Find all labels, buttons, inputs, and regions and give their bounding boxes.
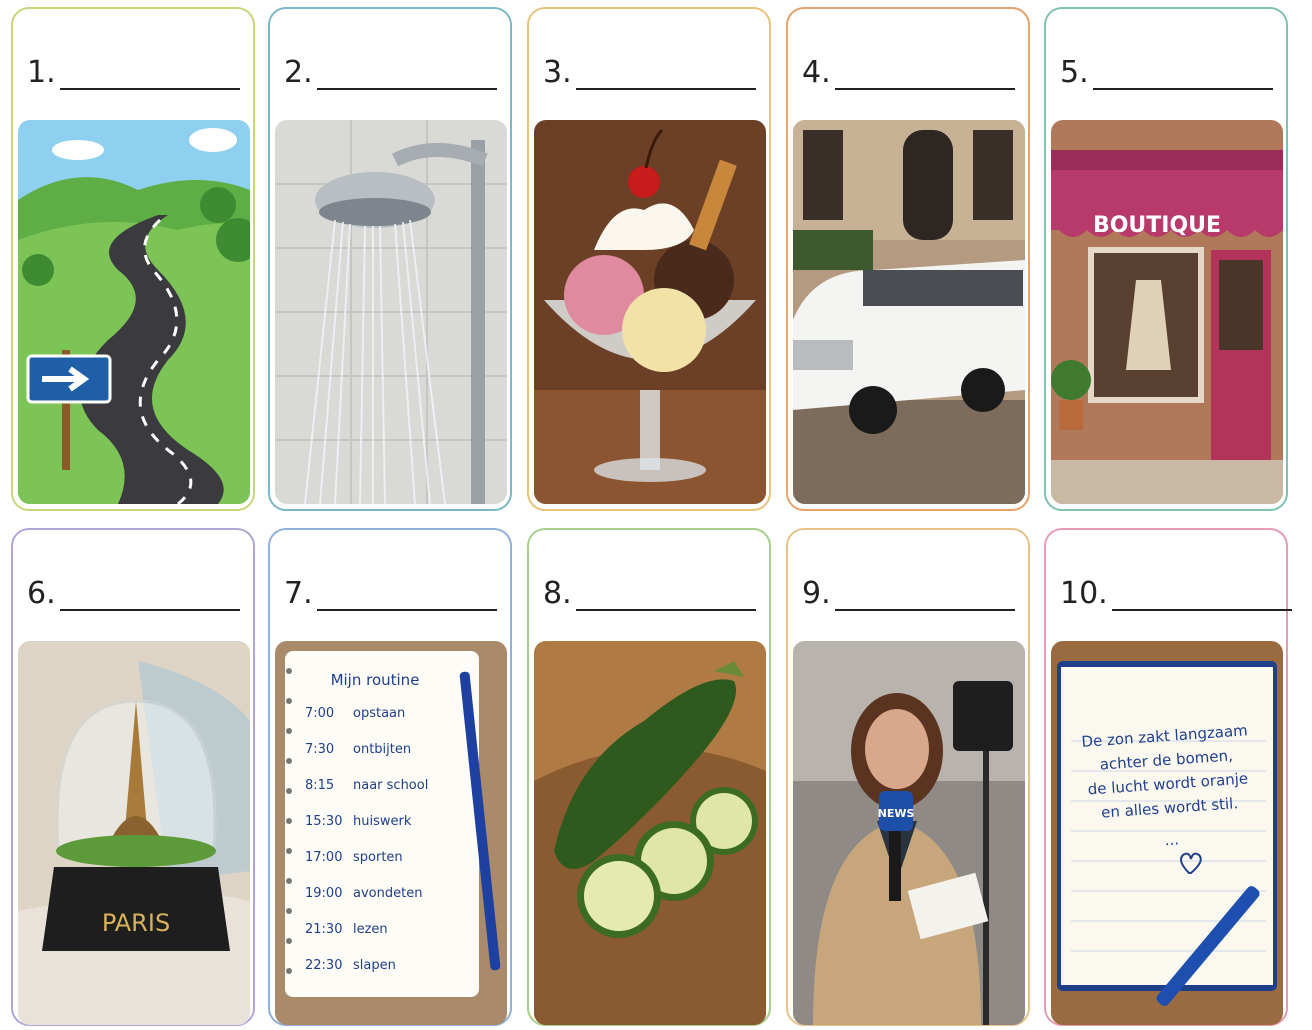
- routine-time: 22:30: [305, 958, 342, 973]
- routine-time: 8:15: [305, 778, 334, 793]
- answer-blank[interactable]: [59, 585, 240, 611]
- routine-notebook-image: Mijn routine 7:00 opstaan 7:30 ontbijten 8:1…: [275, 641, 507, 1025]
- routine-time: 21:30: [305, 922, 342, 937]
- paris-snow-globe-image: PARIS: [18, 641, 250, 1025]
- limousine-image: [793, 120, 1025, 504]
- ice-cream-sundae-image: [534, 120, 766, 504]
- routine-task: opstaan: [353, 706, 405, 721]
- card-number-label: 1.: [27, 55, 240, 90]
- routine-task: ontbijten: [353, 742, 411, 757]
- routine-task: sporten: [353, 850, 403, 865]
- card-number-label: 2.: [284, 55, 497, 90]
- card-number-label: 6.: [27, 576, 240, 611]
- zucchini-image: [534, 641, 766, 1025]
- routine-title: Mijn routine: [331, 671, 420, 689]
- card-number-label: 9.: [802, 576, 1015, 611]
- card-8: 8.: [527, 528, 771, 1026]
- card-3: 3.: [527, 7, 771, 511]
- routine-task: huiswerk: [353, 814, 412, 829]
- routine-time: 15:30: [305, 814, 342, 829]
- diary-ellipsis: ...: [1164, 830, 1180, 849]
- paris-label-text: PARIS: [102, 909, 170, 937]
- card-1: 1.: [11, 7, 255, 511]
- card-6: 6. PARIS: [11, 528, 255, 1026]
- news-reporter-image: NEWS: [793, 641, 1025, 1025]
- card-10: 10. De zon zakt langzaam achter de bomen…: [1044, 528, 1292, 1026]
- answer-blank[interactable]: [575, 64, 756, 90]
- boutique-image: BOUTIQUE: [1051, 120, 1283, 504]
- card-number-label: 3.: [543, 55, 756, 90]
- answer-blank[interactable]: [316, 585, 497, 611]
- routine-task: naar school: [353, 778, 428, 793]
- card-number-label: 5.: [1060, 55, 1273, 90]
- card-2: 2.: [268, 7, 512, 511]
- card-7: 7. Mijn routine 7:00 opstaan 7:30 ontbijten…: [268, 528, 512, 1026]
- card-9: 9. NEWS: [786, 528, 1030, 1026]
- answer-blank[interactable]: [1092, 64, 1273, 90]
- shower-image: [275, 120, 507, 504]
- card-number-label: 10.: [1060, 576, 1292, 611]
- routine-task: slapen: [353, 958, 396, 973]
- card-number-label: 4.: [802, 55, 1015, 90]
- routine-time: 17:00: [305, 850, 342, 865]
- answer-blank[interactable]: [1111, 585, 1292, 611]
- answer-blank[interactable]: [575, 585, 756, 611]
- routine-time: 19:00: [305, 886, 342, 901]
- card-4: 4.: [786, 7, 1030, 511]
- winding-road-image: [18, 120, 250, 504]
- routine-task: lezen: [353, 922, 388, 937]
- card-5: 5. BOUTIQUE: [1044, 7, 1288, 511]
- routine-task: avondeten: [353, 886, 422, 901]
- answer-blank[interactable]: [59, 64, 240, 90]
- routine-time: 7:30: [305, 742, 334, 757]
- card-number-label: 8.: [543, 576, 756, 611]
- diary-image: De zon zakt langzaam achter de bomen, de…: [1051, 641, 1283, 1025]
- answer-blank[interactable]: [834, 585, 1015, 611]
- boutique-sign-text: BOUTIQUE: [1093, 213, 1221, 238]
- news-mic-text: NEWS: [878, 807, 915, 820]
- answer-blank[interactable]: [834, 64, 1015, 90]
- answer-blank[interactable]: [316, 64, 497, 90]
- routine-time: 7:00: [305, 706, 334, 721]
- card-number-label: 7.: [284, 576, 497, 611]
